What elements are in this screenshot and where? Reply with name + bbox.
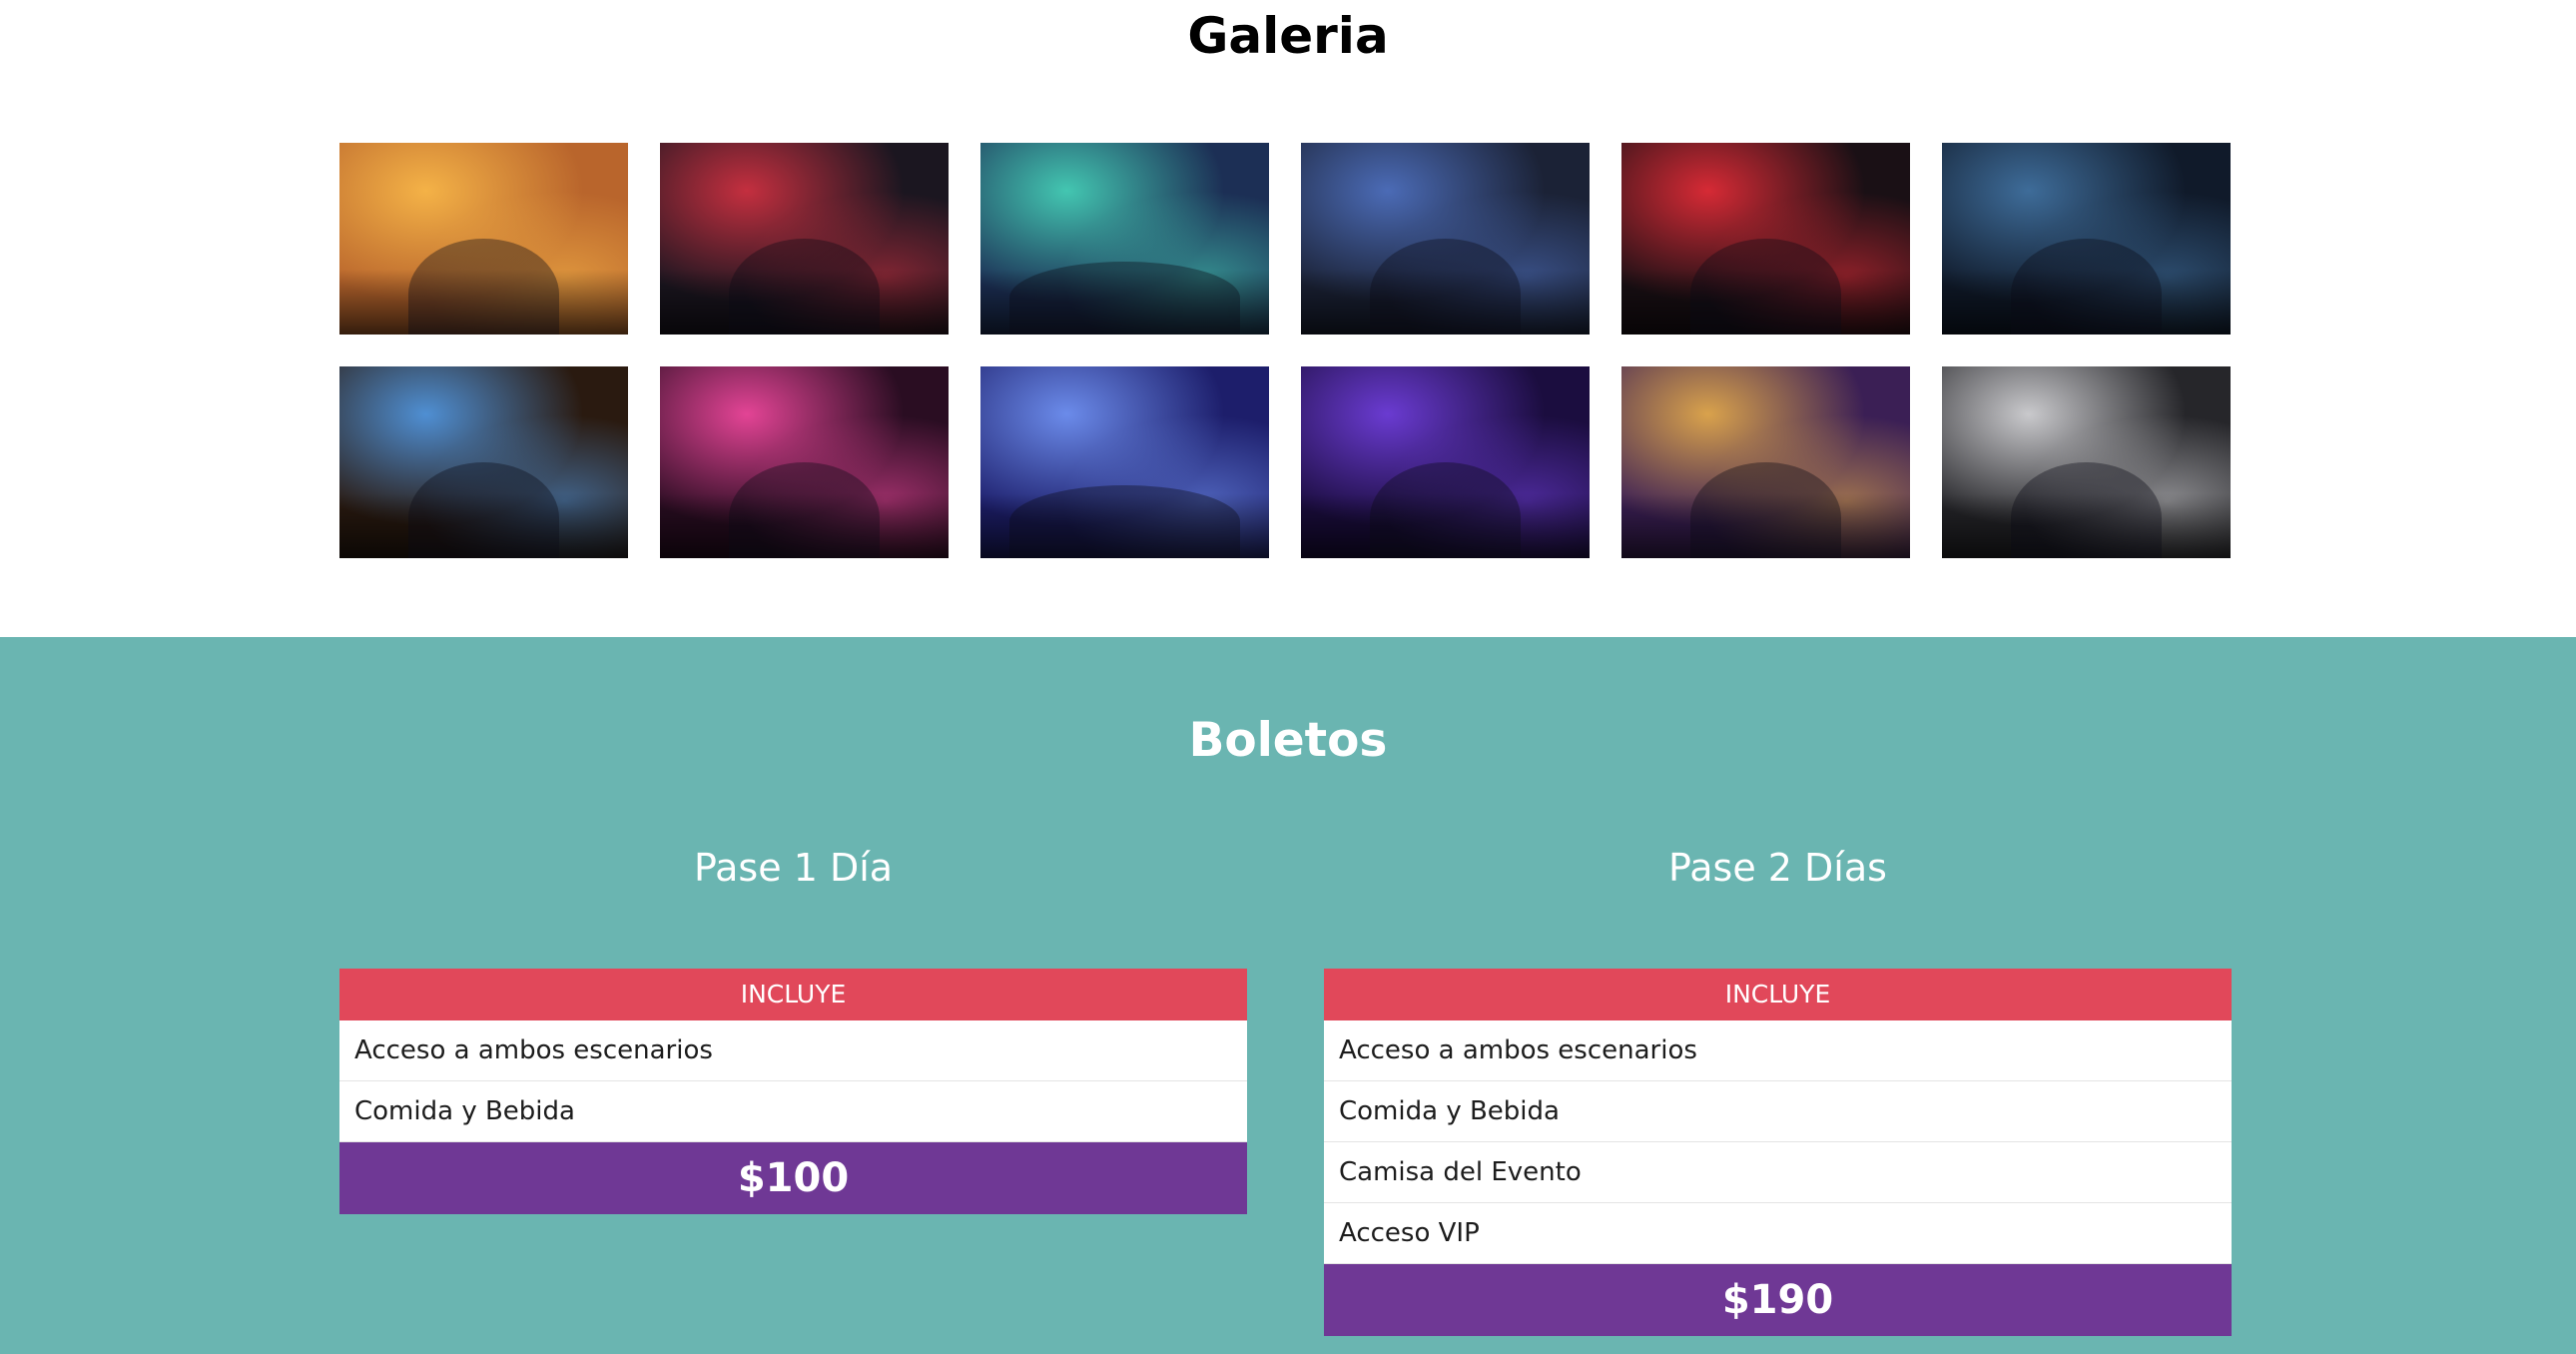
gallery-photo-3[interactable] (980, 143, 1269, 335)
feature-item: Camisa del Evento (1324, 1142, 2232, 1203)
feature-item: Comida y Bebida (339, 1081, 1247, 1142)
gallery-title: Galeria (1187, 7, 1389, 65)
tickets-section: Boletos Pase 1 Día INCLUYE Acceso a ambo… (0, 637, 2576, 1354)
price-label: $100 (339, 1142, 1247, 1214)
gallery-photo-12[interactable] (1942, 366, 2231, 558)
gallery-section: Galeria (0, 0, 2576, 637)
pass-1-day: Pase 1 Día INCLUYE Acceso a ambos escena… (339, 844, 1247, 1214)
price-label: $190 (1324, 1264, 2232, 1336)
gallery-photo-6[interactable] (1942, 143, 2231, 335)
feature-item: Comida y Bebida (1324, 1081, 2232, 1142)
gallery-photo-9[interactable] (980, 366, 1269, 558)
gallery-grid (339, 143, 2232, 558)
pass-name: Pase 1 Día (693, 846, 894, 890)
feature-item: Acceso a ambos escenarios (1324, 1020, 2232, 1081)
gallery-photo-4[interactable] (1301, 143, 1590, 335)
gallery-photo-2[interactable] (660, 143, 949, 335)
pass-name: Pase 2 Días (1668, 846, 1887, 890)
includes-header: INCLUYE (1324, 969, 2232, 1020)
gallery-photo-7[interactable] (339, 366, 628, 558)
gallery-photo-10[interactable] (1301, 366, 1590, 558)
includes-header: INCLUYE (339, 969, 1247, 1020)
pass-2-days: Pase 2 Días INCLUYE Acceso a ambos escen… (1324, 844, 2232, 1336)
gallery-photo-11[interactable] (1621, 366, 1910, 558)
gallery-photo-8[interactable] (660, 366, 949, 558)
pass-card: INCLUYE Acceso a ambos escenarios Comida… (1324, 969, 2232, 1336)
feature-item: Acceso VIP (1324, 1203, 2232, 1264)
tickets-title: Boletos (1188, 713, 1388, 768)
feature-item: Acceso a ambos escenarios (339, 1020, 1247, 1081)
pass-card: INCLUYE Acceso a ambos escenarios Comida… (339, 969, 1247, 1214)
gallery-photo-5[interactable] (1621, 143, 1910, 335)
gallery-photo-1[interactable] (339, 143, 628, 335)
